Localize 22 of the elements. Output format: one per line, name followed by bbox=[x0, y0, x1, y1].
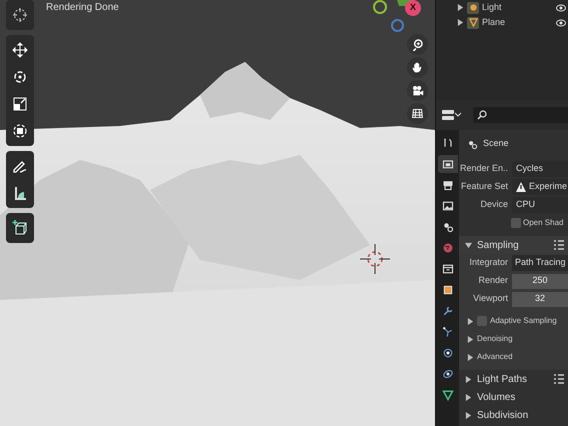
field-label: Render bbox=[477, 274, 509, 288]
outliner-item[interactable]: Plane bbox=[482, 16, 506, 30]
outliner-item[interactable]: Light bbox=[482, 0, 502, 14]
panel-header[interactable]: Sampling bbox=[459, 236, 568, 254]
subpanel-header[interactable]: Adaptive Sampling bbox=[459, 312, 568, 330]
field-label: Feature Set bbox=[460, 180, 509, 194]
dropdown-field[interactable]: CPU bbox=[512, 197, 568, 213]
field-label: Integrator bbox=[468, 256, 509, 270]
number-field[interactable]: 32 bbox=[512, 292, 568, 306]
subpanel-header[interactable]: Denoising bbox=[459, 330, 568, 348]
field-label: Viewport bbox=[472, 292, 509, 306]
dropdown-field[interactable]: Cycles bbox=[512, 161, 568, 177]
dropdown-field[interactable]: Path Tracing bbox=[512, 255, 568, 271]
subpanel-header[interactable]: Advanced bbox=[459, 348, 568, 366]
checkbox-label: Open Shad bbox=[523, 216, 564, 228]
field-label: Device bbox=[479, 198, 509, 212]
number-field[interactable]: 250 bbox=[512, 274, 568, 288]
context-title: Scene bbox=[483, 137, 509, 150]
x-axis-button[interactable]: X bbox=[405, 0, 421, 16]
field-label: Render En.. bbox=[459, 162, 509, 176]
dropdown-field[interactable]: Experime bbox=[512, 179, 568, 195]
render-status-text: Rendering Done bbox=[46, 1, 119, 15]
